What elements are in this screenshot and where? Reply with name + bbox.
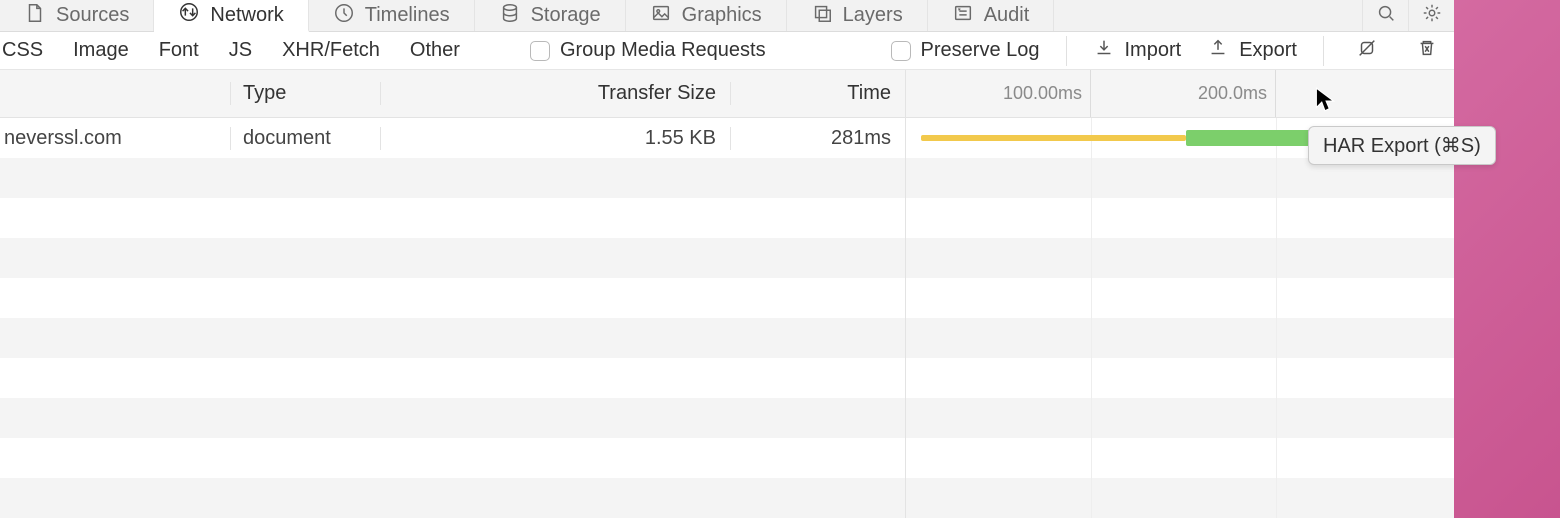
audit-icon <box>952 2 974 30</box>
col-waterfall[interactable]: 100.00ms 200.0ms <box>905 70 1454 117</box>
waterfall-wait-bar <box>921 135 1186 141</box>
checkbox-label: Group Media Requests <box>560 39 766 62</box>
tab-timelines[interactable]: Timelines <box>309 0 475 31</box>
cell-name: neverssl.com <box>0 127 230 150</box>
cell-time: 281ms <box>730 127 905 150</box>
tab-label: Audit <box>984 4 1030 27</box>
col-size[interactable]: Transfer Size <box>380 82 730 105</box>
cell-size: 1.55 KB <box>380 127 730 150</box>
clear-filters-button[interactable] <box>1350 37 1384 65</box>
tab-graphics[interactable]: Graphics <box>626 0 787 31</box>
storage-icon <box>499 2 521 30</box>
export-button[interactable]: Export <box>1207 37 1297 65</box>
action-label: Import <box>1125 39 1182 62</box>
col-type[interactable]: Type <box>230 82 380 105</box>
filter-js[interactable]: JS <box>227 39 254 62</box>
tab-storage[interactable]: Storage <box>475 0 626 31</box>
filter-bar: CSS Image Font JS XHR/Fetch Other Group … <box>0 32 1454 70</box>
clear-requests-button[interactable] <box>1410 37 1444 65</box>
filter-xhr[interactable]: XHR/Fetch <box>280 39 382 62</box>
tab-bar: Sources Network Timelines Storage Graphi… <box>0 0 1454 32</box>
tab-label: Network <box>210 4 283 27</box>
document-icon <box>24 2 46 30</box>
tab-label: Timelines <box>365 4 450 27</box>
tab-layers[interactable]: Layers <box>787 0 928 31</box>
export-icon <box>1207 37 1229 65</box>
gear-icon <box>1421 2 1443 30</box>
table-row <box>0 358 1454 398</box>
table-header: Type Transfer Size Time 100.00ms 200.0ms <box>0 70 1454 118</box>
checkbox-box <box>891 41 911 61</box>
timeline-tick: 200.0ms <box>1091 70 1276 117</box>
action-label: Export <box>1239 39 1297 62</box>
tab-label: Sources <box>56 4 129 27</box>
tab-audit[interactable]: Audit <box>928 0 1055 31</box>
timeline-tick: 100.00ms <box>906 70 1091 117</box>
tab-label: Storage <box>531 4 601 27</box>
settings-button[interactable] <box>1408 0 1454 31</box>
divider <box>1066 36 1067 66</box>
table-body: neverssl.com document 1.55 KB 281ms <box>0 118 1454 518</box>
table-row <box>0 318 1454 358</box>
image-icon <box>650 2 672 30</box>
group-media-checkbox[interactable]: Group Media Requests <box>530 39 766 62</box>
requests-table: Type Transfer Size Time 100.00ms 200.0ms… <box>0 70 1454 518</box>
clock-icon <box>333 2 355 30</box>
filter-css[interactable]: CSS <box>0 39 45 62</box>
layers-icon <box>811 2 833 30</box>
import-button[interactable]: Import <box>1093 37 1182 65</box>
table-row <box>0 238 1454 278</box>
tab-sources[interactable]: Sources <box>0 0 154 31</box>
no-filter-icon <box>1356 37 1378 65</box>
checkbox-label: Preserve Log <box>921 39 1040 62</box>
table-row <box>0 158 1454 198</box>
devtools-window: Sources Network Timelines Storage Graphi… <box>0 0 1454 518</box>
export-tooltip: HAR Export (⌘S) <box>1308 126 1496 165</box>
filter-font[interactable]: Font <box>157 39 201 62</box>
table-row <box>0 438 1454 478</box>
table-row[interactable]: neverssl.com document 1.55 KB 281ms <box>0 118 1454 158</box>
import-icon <box>1093 37 1115 65</box>
table-row <box>0 278 1454 318</box>
search-icon <box>1375 2 1397 30</box>
search-button[interactable] <box>1362 0 1408 31</box>
network-icon <box>178 1 200 29</box>
table-row <box>0 398 1454 438</box>
cell-type: document <box>230 127 380 150</box>
table-row <box>0 478 1454 518</box>
filter-image[interactable]: Image <box>71 39 131 62</box>
checkbox-box <box>530 41 550 61</box>
tab-label: Layers <box>843 4 903 27</box>
trash-icon <box>1416 37 1438 65</box>
tab-label: Graphics <box>682 4 762 27</box>
filter-other[interactable]: Other <box>408 39 462 62</box>
preserve-log-checkbox[interactable]: Preserve Log <box>891 39 1040 62</box>
col-time[interactable]: Time <box>730 82 905 105</box>
table-row <box>0 198 1454 238</box>
tab-network[interactable]: Network <box>154 0 308 32</box>
divider <box>1323 36 1324 66</box>
desktop-backdrop <box>1454 0 1560 518</box>
